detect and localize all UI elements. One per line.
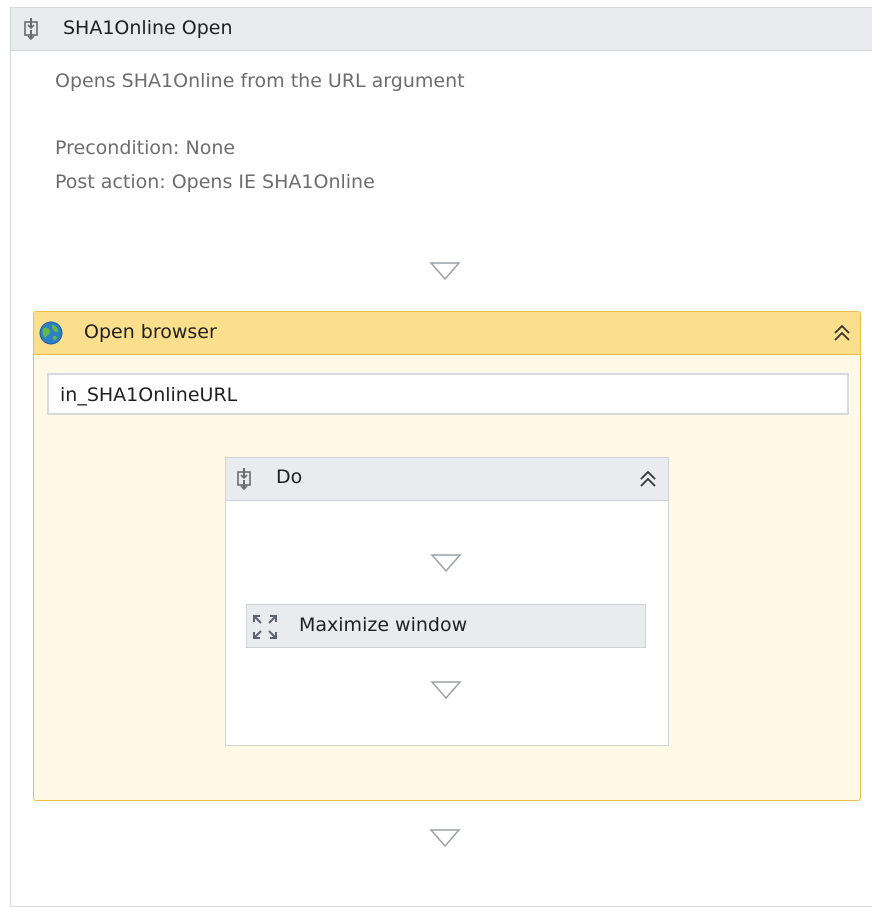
open-browser-header[interactable]: Open browser [34, 312, 860, 355]
globe-icon [39, 321, 63, 345]
maximize-icon [253, 615, 277, 639]
do-header[interactable]: Do [226, 458, 668, 501]
open-browser-activity[interactable]: Open browser in_SHA1OnlineURL Do Maximiz… [33, 311, 861, 801]
drop-target-arrow-icon[interactable] [430, 553, 462, 573]
drop-target-arrow-icon[interactable] [429, 261, 461, 281]
do-sequence[interactable]: Do Maximize window [225, 457, 669, 746]
sequence-header[interactable]: SHA1Online Open [11, 8, 872, 51]
annotation-post-action: Post action: Opens IE SHA1Online [55, 171, 375, 193]
double-chevron-up-icon[interactable] [638, 470, 658, 488]
maximize-window-activity[interactable]: Maximize window [246, 604, 646, 648]
sequence-container[interactable]: SHA1Online Open Opens SHA1Online from th… [10, 7, 872, 907]
sequence-title: SHA1Online Open [63, 17, 233, 39]
sequence-icon [237, 468, 251, 490]
drop-target-arrow-icon[interactable] [429, 828, 461, 848]
drop-target-arrow-icon[interactable] [430, 680, 462, 700]
annotation-precondition: Precondition: None [55, 137, 236, 159]
annotation-description: Opens SHA1Online from the URL argument [55, 70, 465, 92]
open-browser-title: Open browser [84, 321, 217, 343]
double-chevron-up-icon[interactable] [832, 324, 852, 342]
maximize-window-title: Maximize window [299, 614, 468, 636]
url-field-value: in_SHA1OnlineURL [60, 384, 238, 406]
url-field[interactable]: in_SHA1OnlineURL [47, 373, 849, 415]
do-title: Do [276, 466, 303, 488]
sequence-icon [24, 18, 38, 40]
